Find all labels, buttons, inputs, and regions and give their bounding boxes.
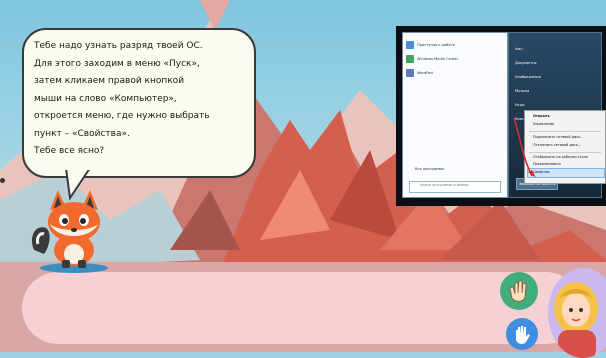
dialog-line: мыши на слово «Компьютер», xyxy=(34,93,177,104)
stop-button[interactable] xyxy=(506,318,538,350)
dialog-line: пункт – «Свойства». xyxy=(34,128,130,139)
dialog-text: Тебе надо узнать разряд твоей ОС. Для эт… xyxy=(34,38,250,161)
dialog-line: Для этого заходим в меню «Пуск», xyxy=(34,58,200,69)
left-edge-marker xyxy=(0,178,5,183)
dialog-line: откроется меню, где нужно выбрать xyxy=(34,111,210,121)
fox-mascot-icon xyxy=(31,190,108,273)
os-screenshot: Приступая к работе Windows Media Center … xyxy=(396,26,606,206)
dialog-line: Тебе все ясно? xyxy=(34,146,105,156)
bottom-panel xyxy=(22,272,582,344)
raised-hand-icon xyxy=(509,280,527,302)
raise-hand-button[interactable] xyxy=(500,272,538,310)
dialog-line: Тебе надо узнать разряд твоей ОС. xyxy=(34,41,203,51)
pointer-arrow-icon xyxy=(513,117,536,178)
dialog-line: затем кликаем правой кнопкой xyxy=(34,76,185,86)
stop-hand-icon xyxy=(516,326,530,345)
